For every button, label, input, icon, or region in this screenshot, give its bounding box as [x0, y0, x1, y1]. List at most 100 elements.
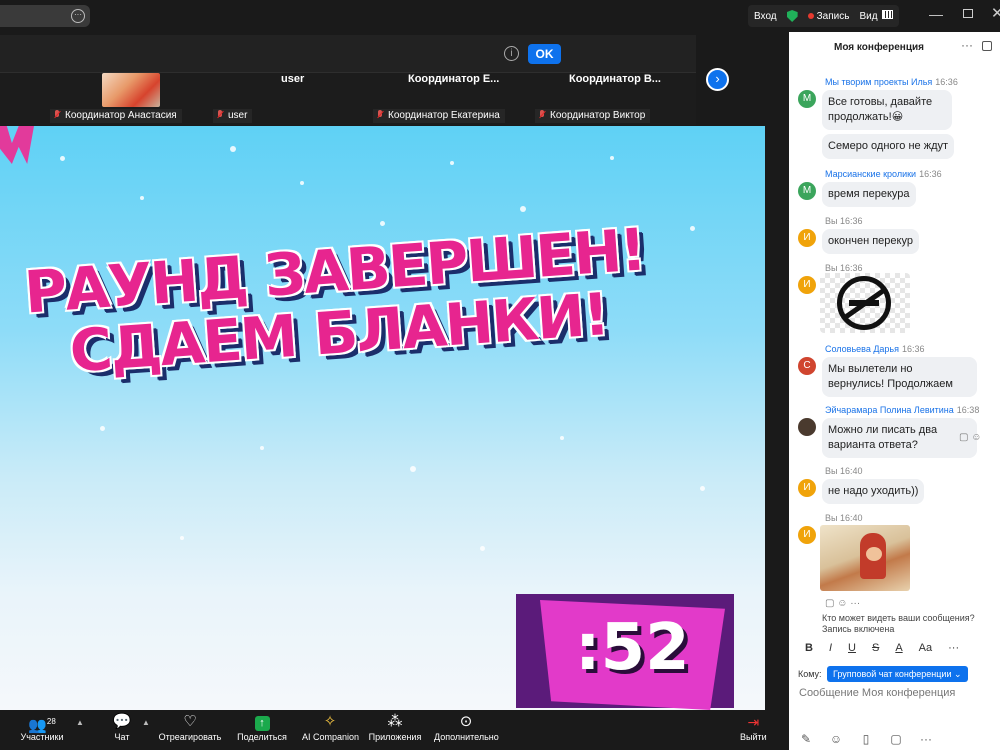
more-format-button[interactable]: ··· [948, 642, 959, 654]
message-input[interactable]: Сообщение Моя конференция [799, 687, 994, 699]
font-size-button[interactable]: Aa [919, 642, 932, 654]
strikethrough-button[interactable]: S [872, 642, 879, 654]
chat-message[interactable]: Все готовы, давайте продолжать!😀 [822, 90, 952, 130]
leave-button[interactable]: ⇥ Выйти [740, 712, 767, 742]
avatar: М [798, 182, 816, 200]
more-icon[interactable]: ··· [917, 730, 935, 748]
chat-message[interactable]: время перекура [822, 182, 916, 207]
apps-button[interactable]: ⁂ Приложения [368, 712, 422, 742]
message-actions[interactable]: ▢ ☺ ··· [825, 598, 860, 609]
recipient-select[interactable]: Групповой чат конференции ⌄ [827, 666, 968, 682]
chat-sender: Мы творим проекты Илья 16:36 [825, 77, 958, 87]
participant-tile[interactable]: Координатор В... Координатор Виктор [535, 73, 685, 125]
gnome-face [866, 547, 882, 561]
top-right-controls: Вход Запись Вид [748, 5, 899, 27]
snowflake [230, 146, 236, 152]
participant-tile[interactable]: user user [210, 73, 360, 125]
minimize-icon[interactable]: — [929, 6, 943, 22]
chat-sender: Вы 16:36 [825, 216, 863, 226]
chat-sender: Марсианские кролики 16:36 [825, 169, 942, 179]
participant-video[interactable] [102, 73, 160, 107]
restore-icon[interactable] [963, 9, 973, 18]
share-button[interactable]: ↑ Поделиться [236, 712, 288, 742]
italic-button[interactable]: I [829, 642, 832, 654]
chat-sender: Соловьева Дарья 16:36 [825, 344, 925, 354]
avatar: И [798, 276, 816, 294]
participant-label: Координатор Екатерина [373, 109, 505, 123]
snowflake [180, 536, 184, 540]
snowflake [100, 426, 105, 431]
font-color-button[interactable]: A [895, 642, 902, 654]
record-dot-icon [807, 12, 814, 19]
chat-button[interactable]: 💬 Чат [108, 712, 136, 742]
privacy-notice[interactable]: Кто может видеть ваши сообщения? Запись … [822, 613, 1000, 635]
avatar: С [798, 357, 816, 375]
avatar: И [798, 229, 816, 247]
more-icon[interactable]: ··· [71, 9, 85, 23]
snowflake [480, 546, 485, 551]
snowflake [690, 226, 695, 231]
participant-name: user [281, 73, 305, 85]
info-icon[interactable]: i [504, 46, 519, 61]
chat-bottom-toolbar: ✎ ☺ ▯ ▢ ··· [797, 730, 935, 748]
chat-message[interactable]: Семеро одного не ждут [822, 134, 955, 159]
file-icon[interactable]: ▯ [857, 730, 875, 748]
record-indicator[interactable]: Запись [807, 11, 849, 22]
snowflake [700, 486, 705, 491]
format-icon[interactable]: ✎ [797, 730, 815, 748]
chat-icon: 💬 [112, 713, 132, 730]
notification-bar: i [0, 35, 696, 73]
chat-sender: Эйчарамара Полина Левитина 16:38 [825, 405, 980, 415]
chat-sender: Вы 16:40 [825, 513, 863, 523]
chevron-up-icon[interactable]: ▲ [76, 718, 84, 727]
chevron-up-icon[interactable]: ▲ [142, 718, 150, 727]
react-button[interactable]: ♡ Отреагировать [158, 712, 222, 742]
shield-icon[interactable] [786, 10, 798, 22]
ai-companion-button[interactable]: ✧ AI Companion [302, 712, 359, 742]
avatar: М [798, 90, 816, 108]
chat-sender: Вы 16:36 [825, 263, 863, 273]
reply-icon[interactable]: ▢ ☺ [959, 432, 981, 443]
panel-divider [765, 32, 789, 710]
more-button[interactable]: ⊙ Дополнительно [434, 712, 499, 742]
participants-button[interactable]: 👥28 Участники [20, 712, 64, 742]
no-smoking-image[interactable] [820, 273, 910, 333]
meeting-info-field[interactable]: ··· [0, 5, 90, 27]
ok-button[interactable]: OK [528, 44, 561, 64]
participants-icon: 👥28 [28, 717, 56, 734]
next-page-arrow-icon[interactable]: › [706, 68, 729, 91]
chat-message[interactable]: окончен перекур [822, 229, 919, 254]
gif-image[interactable] [820, 525, 910, 591]
popout-icon[interactable] [982, 41, 992, 51]
emoji-icon[interactable]: ☺ [827, 730, 845, 748]
snowflake [140, 196, 144, 200]
chat-message[interactable]: Мы вылетели но вернулись! Продолжаем [822, 357, 977, 397]
screenshot-icon[interactable]: ▢ [887, 730, 905, 748]
snowflake [520, 206, 526, 212]
participant-tile[interactable]: Координатор E... Координатор Екатерина [373, 73, 523, 125]
chat-panel: Моя конференция ··· Мы творим проекты Ил… [789, 32, 1000, 750]
signin-button[interactable]: Вход [754, 11, 777, 22]
avatar [798, 418, 816, 436]
close-icon[interactable]: ✕ [991, 4, 1000, 22]
chat-message[interactable]: Можно ли писать два варианта ответа? [822, 418, 977, 458]
underline-button[interactable]: U [848, 642, 856, 654]
grid-icon [881, 10, 893, 19]
recipient-label: Кому: [798, 669, 822, 679]
chat-message[interactable]: не надо уходить)) [822, 479, 925, 504]
timer-value: :52 [575, 611, 690, 685]
participant-label: user [213, 109, 253, 123]
mic-muted-icon [376, 110, 384, 119]
snowflake [410, 466, 416, 472]
snowflake [450, 161, 454, 165]
snowflake [380, 221, 385, 226]
bold-button[interactable]: B [805, 642, 813, 654]
view-button[interactable]: Вид [859, 10, 893, 22]
mic-muted-icon [216, 110, 224, 119]
snowflake [60, 156, 65, 161]
cigarette-icon [849, 300, 879, 306]
more-options-icon[interactable]: ··· [961, 38, 973, 52]
mic-muted-icon [538, 110, 546, 119]
apps-icon: ⁂ [387, 713, 403, 730]
participant-label: Координатор Анастасия [50, 109, 182, 123]
